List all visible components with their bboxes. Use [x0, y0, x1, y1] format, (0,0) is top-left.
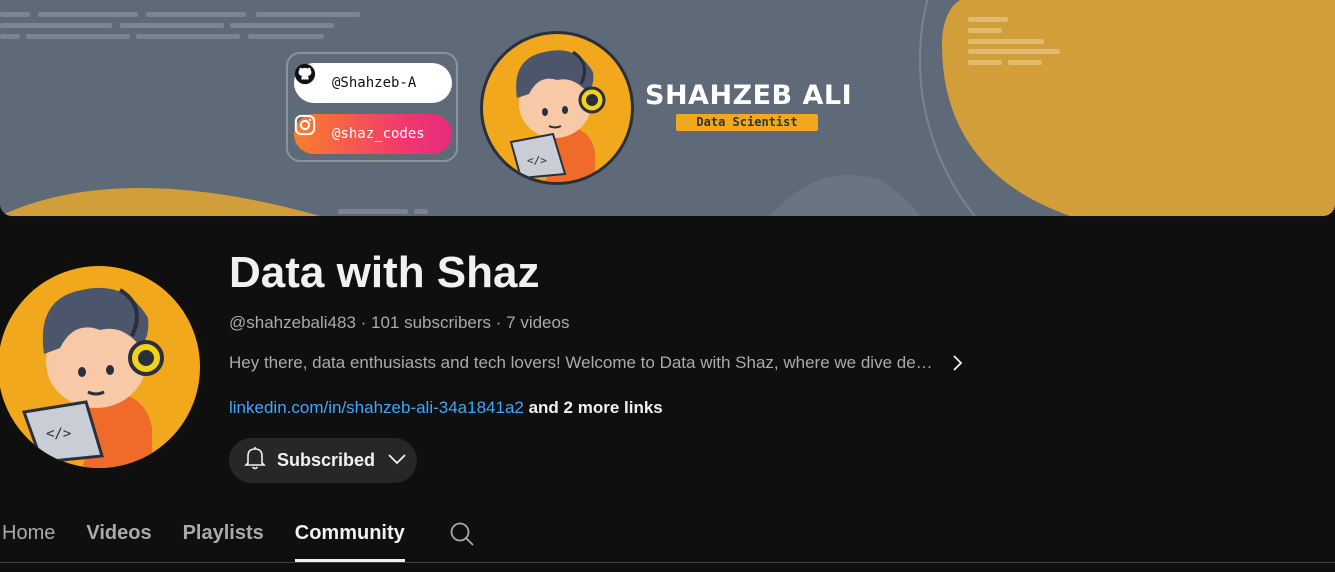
svg-text:</>: </>	[527, 154, 547, 167]
channel-tabs: Home Videos Playlists Community	[0, 508, 475, 562]
tab-playlists[interactable]: Playlists	[183, 508, 264, 562]
subscribed-label: Subscribed	[277, 450, 376, 470]
instagram-icon	[294, 114, 328, 146]
github-handle: @Shahzeb-A	[332, 75, 417, 91]
channel-meta: @shahzebali483 · 101 subscribers · 7 vid…	[229, 313, 569, 333]
chevron-right-icon[interactable]	[951, 354, 963, 372]
github-pill: @Shahzeb-A	[294, 63, 452, 103]
tabs-divider	[0, 562, 1335, 563]
description-text: Hey there, data enthusiasts and tech lov…	[229, 353, 933, 372]
meta-separator: ·	[491, 313, 507, 332]
channel-handle: @shahzebali483	[229, 313, 356, 332]
instagram-handle: @shaz_codes	[332, 126, 425, 142]
social-links-box: @Shahzeb-A @shaz_codes	[286, 52, 458, 162]
channel-banner: @Shahzeb-A @shaz_codes </> SHAHZEB ALI D…	[0, 0, 1335, 216]
channel-description[interactable]: Hey there, data enthusiasts and tech lov…	[229, 353, 963, 373]
meta-separator: ·	[355, 313, 372, 332]
more-links[interactable]: and 2 more links	[524, 398, 663, 417]
subscriber-count: 101 subscribers	[371, 313, 492, 332]
banner-avatar-illustration: </>	[480, 31, 634, 185]
bell-icon	[243, 445, 267, 476]
subscribed-button[interactable]: Subscribed	[229, 438, 417, 483]
channel-avatar[interactable]: </>	[0, 266, 200, 468]
video-count: 7 videos	[506, 313, 570, 332]
tab-community[interactable]: Community	[294, 508, 405, 562]
linkedin-link[interactable]: linkedin.com/in/shahzeb-ali-34a1841a2	[229, 398, 524, 417]
tab-videos[interactable]: Videos	[86, 508, 151, 562]
tab-home[interactable]: Home	[2, 508, 55, 562]
github-icon	[294, 63, 328, 95]
banner-role: Data Scientist	[676, 114, 818, 131]
channel-title: Data with Shaz	[229, 248, 540, 297]
instagram-pill: @shaz_codes	[294, 114, 452, 154]
svg-text:</>: </>	[46, 426, 71, 442]
banner-name: SHAHZEB ALI	[645, 80, 853, 111]
search-icon[interactable]	[449, 508, 475, 552]
channel-links: linkedin.com/in/shahzeb-ali-34a1841a2 an…	[229, 398, 663, 418]
chevron-down-icon	[387, 452, 407, 470]
